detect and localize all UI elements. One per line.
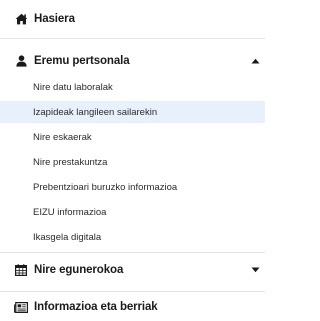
chevron-down-icon[interactable]: [249, 264, 261, 276]
menu-item-personal-label: Eremu pertsonala: [34, 55, 130, 67]
menu-item-agenda-label: Nire egunerokoa: [34, 264, 124, 276]
submenu-item[interactable]: Nire datu laboralak: [0, 76, 265, 98]
submenu-item-label: EIZU informazioa: [33, 206, 107, 218]
menu-item-news-label: Informazioa eta berriak: [34, 301, 158, 313]
submenu-item[interactable]: EIZU informazioa: [0, 201, 265, 223]
side-menu: Hasiera Eremu pertsonala Nire datu labor…: [0, 0, 265, 320]
submenu-item[interactable]: Nire prestakuntza: [0, 151, 265, 173]
submenu-item-active[interactable]: Izapideak langileen sailarekin: [0, 101, 265, 123]
submenu-item-label: Nire eskaerak: [33, 131, 92, 143]
submenu-item[interactable]: Ikasgela digitala: [0, 226, 265, 248]
divider: [0, 291, 265, 292]
submenu-item[interactable]: Nire eskaerak: [0, 126, 265, 148]
divider: [0, 252, 265, 253]
submenu-item-label: Nire datu laboralak: [33, 81, 113, 93]
divider: [0, 38, 265, 39]
menu-item-home[interactable]: Hasiera: [0, 5, 265, 33]
menu-item-agenda[interactable]: Nire egunerokoa: [0, 256, 265, 284]
menu-item-home-label: Hasiera: [34, 13, 75, 25]
submenu-item[interactable]: Prebentzioari buruzko informazioa: [0, 176, 265, 198]
calendar-icon: [14, 263, 28, 277]
menu-item-news[interactable]: Informazioa eta berriak: [0, 293, 265, 321]
menu-item-personal[interactable]: Eremu pertsonala: [0, 47, 265, 75]
submenu-item-label: Izapideak langileen sailarekin: [33, 106, 158, 118]
home-icon: [14, 12, 28, 26]
submenu-item-label: Prebentzioari buruzko informazioa: [33, 181, 178, 193]
submenu-item-label: Ikasgela digitala: [33, 231, 102, 243]
chevron-up-icon[interactable]: [249, 55, 261, 67]
user-icon: [14, 54, 28, 68]
newspaper-icon: [14, 300, 28, 314]
submenu-item-label: Nire prestakuntza: [33, 156, 108, 168]
